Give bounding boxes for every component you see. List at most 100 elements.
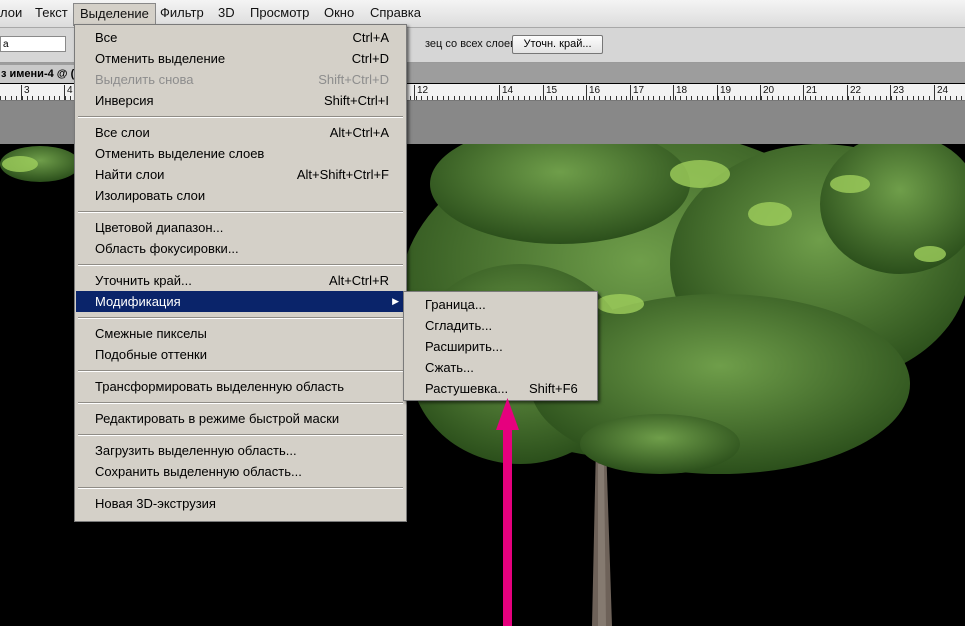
ruler-minor-tick <box>594 96 595 100</box>
ruler-minor-tick <box>22 96 23 100</box>
ruler-minor-tick <box>567 96 568 100</box>
submenu-item-label: Расширить... <box>425 339 503 354</box>
menu-view[interactable]: Просмотр <box>244 3 315 23</box>
ruler-label: 22 <box>850 85 862 96</box>
select-menu-dropdown: Все Ctrl+A Отменить выделение Ctrl+D Выделит… <box>74 24 407 522</box>
menu-item-label: Изолировать слои <box>95 188 206 203</box>
ruler-minor-tick <box>616 96 617 100</box>
ruler-major-tick <box>586 85 587 100</box>
submenu-item[interactable]: Расширить... <box>405 336 596 357</box>
ruler-label: 4 <box>67 85 73 96</box>
menu-item[interactable]: Модификация ▶ <box>76 291 405 312</box>
ruler-minor-tick <box>842 96 843 100</box>
ruler-minor-tick <box>0 96 1 100</box>
menu-item-label: Подобные оттенки <box>95 347 207 362</box>
menu-item-shortcut: Alt+Ctrl+A <box>329 125 389 140</box>
ruler-minor-tick <box>621 96 622 100</box>
menu-item[interactable]: Выделить снова Shift+Ctrl+D <box>76 69 405 90</box>
ruler-minor-tick <box>27 96 28 100</box>
ruler-minor-tick <box>632 96 633 100</box>
menu-item[interactable]: Отменить выделение слоев <box>76 143 405 164</box>
ruler-minor-tick <box>599 96 600 100</box>
ruler-minor-tick <box>513 96 514 100</box>
menu-item[interactable]: Все слои Alt+Ctrl+A <box>76 122 405 143</box>
ruler-minor-tick <box>589 96 590 100</box>
menu-item[interactable]: Отменить выделение Ctrl+D <box>76 48 405 69</box>
menu-item[interactable]: Загрузить выделенную область... <box>76 440 405 461</box>
ruler-minor-tick <box>508 96 509 100</box>
menu-item-label: Уточнить край... <box>95 273 192 288</box>
menu-item[interactable]: Изолировать слои <box>76 185 405 206</box>
ruler-minor-tick <box>59 96 60 100</box>
ruler-minor-tick <box>535 96 536 100</box>
submenu-item-label: Граница... <box>425 297 486 312</box>
menu-item-label: Загрузить выделенную область... <box>95 443 297 458</box>
ruler-label: 19 <box>720 85 732 96</box>
ruler-minor-tick <box>697 96 698 100</box>
ruler-minor-tick <box>913 96 914 100</box>
ruler-minor-tick <box>38 96 39 100</box>
menu-help[interactable]: Справка <box>364 3 427 23</box>
tool-combo[interactable]: а <box>0 36 66 52</box>
menu-window[interactable]: Окно <box>318 3 360 23</box>
ruler-minor-tick <box>961 96 962 100</box>
menu-item[interactable]: Подобные оттенки <box>76 344 405 365</box>
menu-item[interactable]: Цветовой диапазон... <box>76 217 405 238</box>
ruler-minor-tick <box>545 96 546 100</box>
menu-text[interactable]: Текст <box>29 3 74 23</box>
menu-item-shortcut: Alt+Ctrl+R <box>329 273 389 288</box>
ruler-minor-tick <box>815 96 816 100</box>
menu-item[interactable]: Область фокусировки... <box>76 238 405 259</box>
menu-item[interactable]: Сохранить выделенную область... <box>76 461 405 482</box>
submenu-item[interactable]: Сгладить... <box>405 315 596 336</box>
menu-layers[interactable]: лои <box>0 3 28 23</box>
ruler-label: 21 <box>806 85 818 96</box>
document-tab[interactable]: з имени-4 @ ( <box>0 65 78 83</box>
menu-item[interactable]: Редактировать в режиме быстрой маски <box>76 408 405 429</box>
ruler-minor-tick <box>810 96 811 100</box>
ruler-minor-tick <box>502 96 503 100</box>
ruler-minor-tick <box>459 96 460 100</box>
menu-item-label: Сохранить выделенную область... <box>95 464 302 479</box>
submenu-item[interactable]: Граница... <box>405 294 596 315</box>
menu-item-label: Цветовой диапазон... <box>95 220 224 235</box>
submenu-item[interactable]: Растушевка... Shift+F6 <box>405 378 596 399</box>
ruler-minor-tick <box>626 96 627 100</box>
ruler-minor-tick <box>65 96 66 100</box>
ruler-major-tick <box>803 85 804 100</box>
ruler-minor-tick <box>529 96 530 100</box>
ruler-label: 3 <box>24 85 30 96</box>
menu-item[interactable]: Трансформировать выделенную область <box>76 376 405 397</box>
ruler-minor-tick <box>734 96 735 100</box>
menu-item[interactable]: Смежные пикселы <box>76 323 405 344</box>
menu-select[interactable]: Выделение <box>73 3 156 26</box>
submenu-item[interactable]: Сжать... <box>405 357 596 378</box>
ruler-minor-tick <box>637 96 638 100</box>
sample-all-layers-label[interactable]: зец со всех слоев <box>425 38 516 50</box>
menu-filter[interactable]: Фильтр <box>154 3 210 23</box>
menu-item-label: Смежные пикселы <box>95 326 207 341</box>
ruler-minor-tick <box>70 96 71 100</box>
ruler-minor-tick <box>680 96 681 100</box>
ruler-minor-tick <box>859 96 860 100</box>
menu-item[interactable]: Новая 3D-экструзия <box>76 493 405 514</box>
ruler-minor-tick <box>918 96 919 100</box>
menu-item-shortcut: Shift+Ctrl+I <box>323 93 389 108</box>
ruler-minor-tick <box>653 96 654 100</box>
menu-3d[interactable]: 3D <box>212 3 241 23</box>
submenu-item-label: Сгладить... <box>425 318 493 333</box>
menu-item[interactable]: Уточнить край... Alt+Ctrl+R <box>76 270 405 291</box>
ruler-minor-tick <box>702 96 703 100</box>
ruler-minor-tick <box>826 96 827 100</box>
ruler-minor-tick <box>659 96 660 100</box>
menu-item[interactable]: Найти слои Alt+Shift+Ctrl+F <box>76 164 405 185</box>
ruler-minor-tick <box>491 96 492 100</box>
refine-edge-button[interactable]: Уточн. край... <box>512 35 603 54</box>
ruler-minor-tick <box>821 96 822 100</box>
menu-item[interactable]: Инверсия Shift+Ctrl+I <box>76 90 405 111</box>
ruler-minor-tick <box>454 96 455 100</box>
ruler-minor-tick <box>470 96 471 100</box>
menu-item[interactable]: Все Ctrl+A <box>76 27 405 48</box>
ruler-minor-tick <box>562 96 563 100</box>
ruler-major-tick <box>673 85 674 100</box>
